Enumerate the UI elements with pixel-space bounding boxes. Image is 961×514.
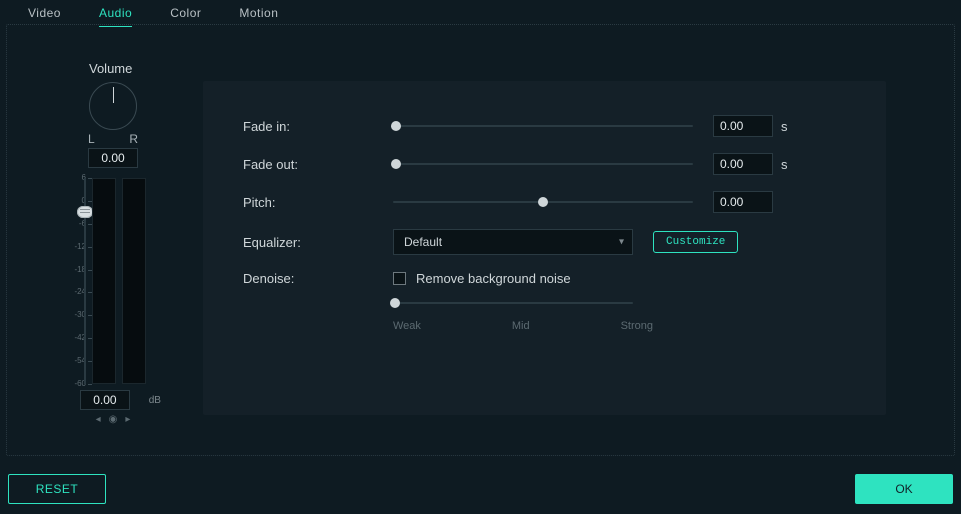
db-value[interactable]: 0.00 — [80, 390, 130, 410]
denoise-scale-labels: Weak Mid Strong — [393, 320, 653, 332]
volume-column: Volume L R 0.00 60-6-12-18-24-30-42-54-6… — [65, 61, 161, 425]
denoise-thumb[interactable] — [390, 298, 400, 308]
fade-out-slider[interactable] — [393, 157, 693, 171]
fade-in-value[interactable]: 0.00 — [713, 115, 773, 137]
meter-bars — [92, 178, 146, 384]
denoise-weak-label: Weak — [393, 320, 421, 332]
pan-lr-labels: L R — [88, 132, 138, 146]
volume-fader-handle[interactable] — [77, 206, 93, 218]
keyframe-controls: ◂ ◉ ▸ — [65, 414, 161, 425]
pitch-slider[interactable] — [393, 195, 693, 209]
content-frame: Volume L R 0.00 60-6-12-18-24-30-42-54-6… — [6, 24, 955, 456]
footer: RESET OK — [8, 474, 953, 504]
pan-left-label: L — [88, 132, 95, 146]
ok-button[interactable]: OK — [855, 474, 953, 504]
meter-bar-left — [92, 178, 116, 384]
fade-in-row: Fade in: 0.00 s — [243, 115, 846, 137]
level-meter: 60-6-12-18-24-30-42-54-60 — [70, 178, 156, 384]
denoise-slider[interactable] — [393, 296, 633, 310]
equalizer-select[interactable]: Default ▾ — [393, 229, 633, 255]
reset-button[interactable]: RESET — [8, 474, 106, 504]
denoise-strong-label: Strong — [621, 320, 653, 332]
denoise-strength-row — [393, 296, 846, 310]
denoise-mid-label: Mid — [512, 320, 530, 332]
pitch-thumb[interactable] — [538, 197, 548, 207]
equalizer-selected: Default — [404, 235, 442, 249]
denoise-checkbox[interactable] — [393, 272, 406, 285]
meter-bar-right — [122, 178, 146, 384]
pan-value[interactable]: 0.00 — [88, 148, 138, 168]
pan-knob[interactable] — [89, 82, 137, 130]
equalizer-row: Equalizer: Default ▾ Customize — [243, 229, 846, 255]
denoise-checkbox-label: Remove background noise — [416, 271, 571, 286]
fade-out-thumb[interactable] — [391, 159, 401, 169]
db-unit: dB — [149, 395, 161, 406]
chevron-down-icon: ▾ — [619, 237, 624, 248]
tabs-bar: Video Audio Color Motion — [0, 0, 961, 27]
denoise-label: Denoise: — [243, 271, 393, 286]
fade-out-unit: s — [781, 157, 788, 172]
prev-keyframe-icon[interactable]: ◂ — [96, 414, 101, 425]
fade-in-thumb[interactable] — [391, 121, 401, 131]
fade-out-value[interactable]: 0.00 — [713, 153, 773, 175]
customize-button[interactable]: Customize — [653, 231, 738, 253]
audio-settings-panel: Fade in: 0.00 s Fade out: 0.00 s Pitch: — [203, 81, 886, 415]
pitch-value[interactable]: 0.00 — [713, 191, 773, 213]
denoise-row: Denoise: Remove background noise — [243, 271, 846, 286]
next-keyframe-icon[interactable]: ▸ — [125, 414, 130, 425]
add-keyframe-icon[interactable]: ◉ — [109, 414, 118, 425]
fade-in-slider[interactable] — [393, 119, 693, 133]
fade-in-unit: s — [781, 119, 788, 134]
fade-out-row: Fade out: 0.00 s — [243, 153, 846, 175]
fade-in-label: Fade in: — [243, 119, 393, 134]
pitch-row: Pitch: 0.00 — [243, 191, 846, 213]
volume-title: Volume — [65, 61, 161, 76]
equalizer-label: Equalizer: — [243, 235, 393, 250]
pitch-label: Pitch: — [243, 195, 393, 210]
pan-right-label: R — [129, 132, 138, 146]
fade-out-label: Fade out: — [243, 157, 393, 172]
